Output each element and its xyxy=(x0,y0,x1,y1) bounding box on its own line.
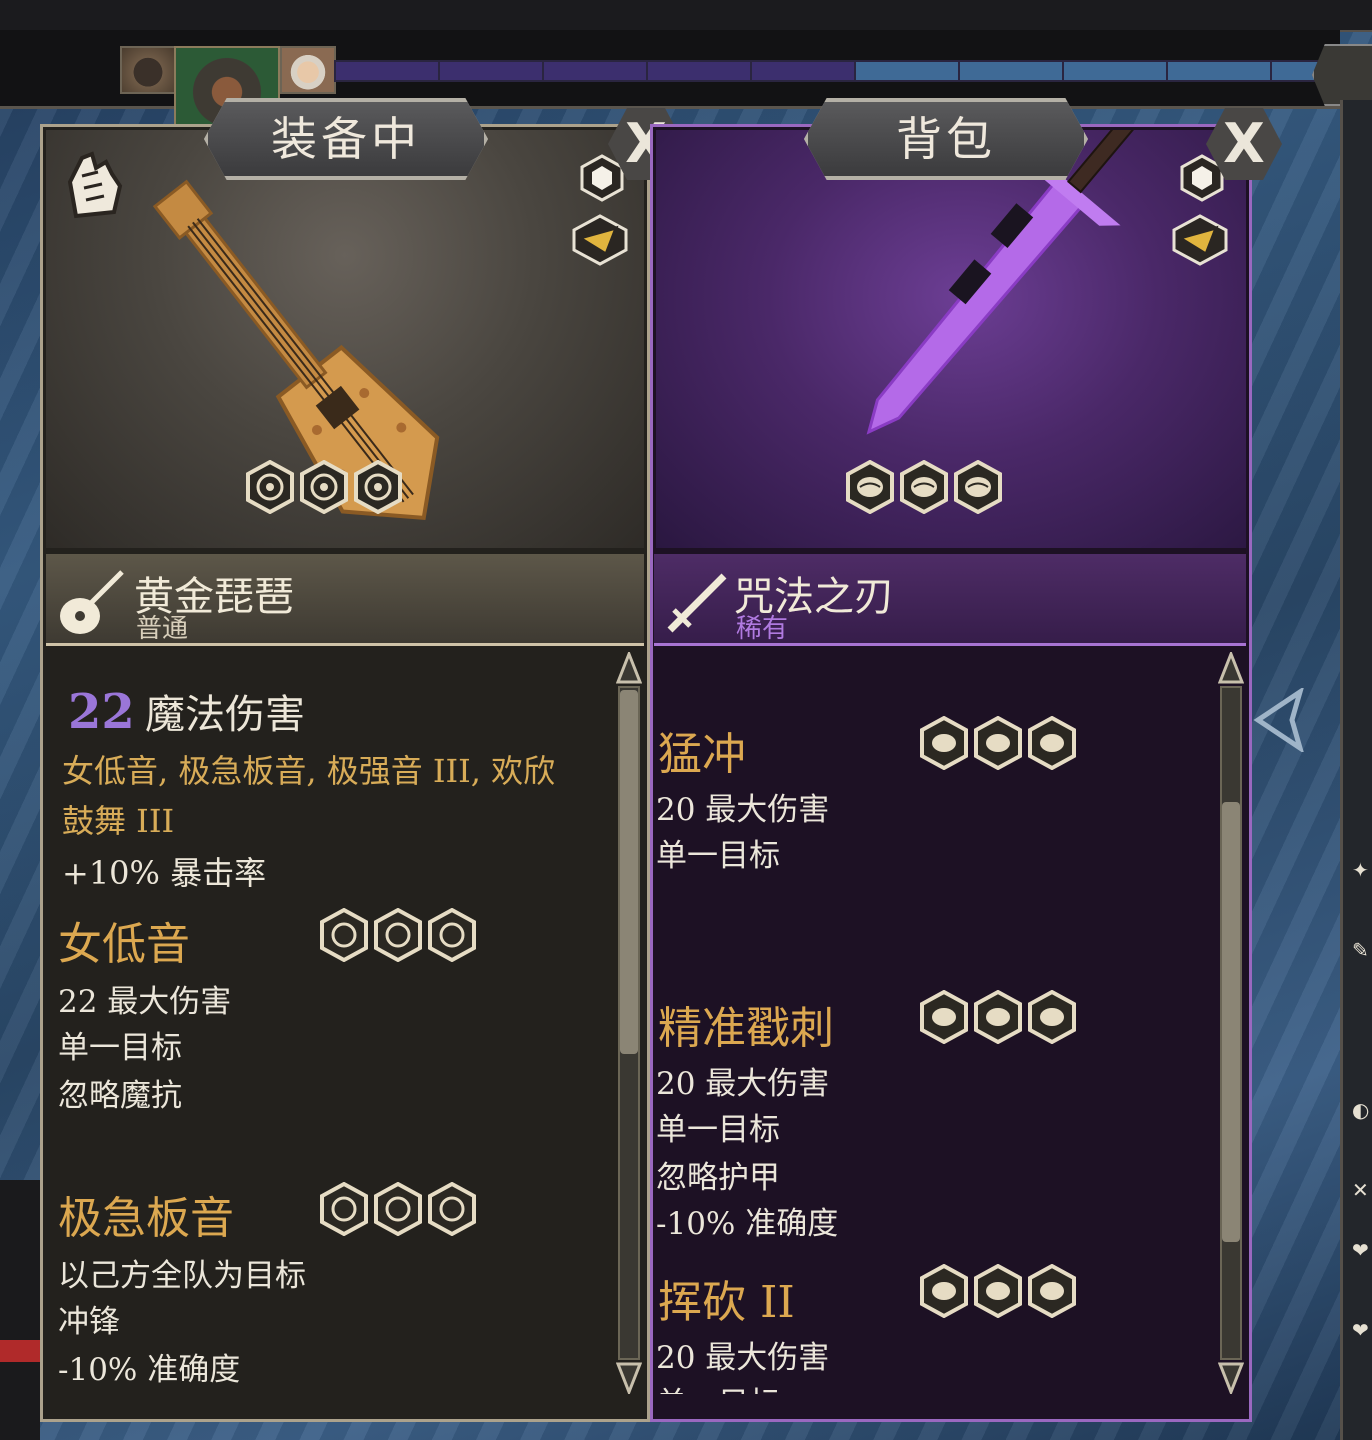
music-symbol-icon xyxy=(320,1182,368,1236)
swap-arrow-icon[interactable] xyxy=(572,214,628,266)
turn-segment xyxy=(334,60,440,82)
traits-line-2: 鼓舞 III xyxy=(62,802,175,840)
ability-line: 单一目标 xyxy=(656,1112,780,1148)
scroll-up-icon[interactable] xyxy=(616,652,642,684)
music-symbol-icon xyxy=(300,460,348,514)
brain-symbol-icon xyxy=(974,716,1022,770)
music-symbol-icon xyxy=(320,908,368,962)
scroll-down-icon[interactable] xyxy=(616,1362,642,1394)
backpack-item-header: 咒法之刃 稀有 xyxy=(654,554,1246,646)
rail-icon[interactable]: ✦ xyxy=(1352,860,1372,880)
ability-line: 忽略护甲 xyxy=(656,1160,780,1196)
swap-arrow-icon[interactable] xyxy=(1172,214,1228,266)
ability-title: 精准戳刺 xyxy=(658,1003,834,1054)
ability-line: 单一目标 xyxy=(656,838,780,874)
damage-value: 22 xyxy=(68,684,135,740)
brain-symbol-icon xyxy=(920,716,968,770)
backpack-stats-scroll[interactable]: 猛冲 20 最大伤害 单一目标 精准戳刺 20 最大伤害 单一目标 忽略护甲 -… xyxy=(654,652,1214,1394)
turn-strip-end-cap xyxy=(1312,44,1372,106)
turn-segment xyxy=(958,60,1064,82)
left-hud-strip xyxy=(0,1180,40,1440)
turn-segment xyxy=(646,60,752,82)
damage-type: 魔法伤害 xyxy=(144,692,305,738)
scroll-down-icon[interactable] xyxy=(1218,1362,1244,1394)
rail-icon[interactable]: ❤ xyxy=(1352,1320,1372,1340)
ability-symbols xyxy=(320,908,476,962)
tab-backpack[interactable]: 背包 xyxy=(804,98,1088,180)
ability-title: 挥砍 II xyxy=(658,1277,795,1328)
music-symbol-icon xyxy=(354,460,402,514)
lute-icon xyxy=(60,570,124,634)
traits-line-1: 女低音, 极急板音, 极强音 III, 欢欣 xyxy=(62,752,556,790)
ability-line: 忽略魔抗 xyxy=(58,1078,182,1114)
top-bar xyxy=(0,0,1372,32)
brain-symbol-icon xyxy=(1028,716,1076,770)
brain-symbol-icon xyxy=(954,460,1002,514)
ability-line: -10% 准确度 xyxy=(656,1206,839,1242)
ability-line: 20 最大伤害 xyxy=(656,1066,830,1102)
item-rarity: 稀有 xyxy=(736,614,789,644)
ability-line: 单一目标 xyxy=(58,1030,182,1066)
ability-line: 20 最大伤害 xyxy=(656,792,830,828)
portrait-ally[interactable] xyxy=(280,46,336,94)
turn-segment xyxy=(1166,60,1272,82)
scroll-up-icon[interactable] xyxy=(1218,652,1244,684)
turn-segment xyxy=(750,60,856,82)
crit-line: +10% 暴击率 xyxy=(62,854,267,892)
music-symbol-icon xyxy=(374,908,422,962)
brain-symbol-icon xyxy=(1028,1264,1076,1318)
brain-symbol-icon xyxy=(1028,990,1076,1044)
turn-segment xyxy=(854,60,960,82)
equipped-scrollbar[interactable] xyxy=(616,652,642,1394)
ability-title: 极急板音 xyxy=(58,1193,234,1244)
tab-equipped[interactable]: 装备中 xyxy=(204,98,488,180)
brain-symbol-icon xyxy=(920,990,968,1044)
ability-line: 冲锋 xyxy=(58,1304,120,1340)
turn-segment xyxy=(542,60,648,82)
equipped-symbol-row xyxy=(246,460,402,514)
scroll-thumb[interactable] xyxy=(1222,802,1240,1242)
ability-symbols xyxy=(320,1182,476,1236)
rail-icon[interactable]: ❤ xyxy=(1352,1240,1372,1260)
ability-line: 22 最大伤害 xyxy=(58,984,232,1020)
turn-segment xyxy=(438,60,544,82)
ability-line: 以己方全队为目标 xyxy=(58,1258,306,1294)
damage-line: 22 魔法伤害 xyxy=(68,682,305,740)
rail-icon[interactable]: ◐ xyxy=(1352,1100,1372,1120)
item-rarity: 普通 xyxy=(136,614,189,644)
scroll-thumb[interactable] xyxy=(620,690,638,1054)
sword-icon xyxy=(667,573,727,633)
equipped-item-header: 黄金琵琶 普通 xyxy=(46,554,644,646)
ability-line: 20 最大伤害 xyxy=(656,1340,830,1376)
music-symbol-icon xyxy=(428,1182,476,1236)
ability-symbols xyxy=(920,1264,1076,1318)
ability-symbols xyxy=(920,990,1076,1044)
hand-grab-icon[interactable] xyxy=(62,146,126,220)
turn-segment xyxy=(1062,60,1168,82)
brain-symbol-icon xyxy=(920,1264,968,1318)
music-symbol-icon xyxy=(374,1182,422,1236)
ability-title: 女低音 xyxy=(58,919,190,970)
portrait-enemy[interactable] xyxy=(120,46,176,94)
collapse-arrow-icon[interactable] xyxy=(1252,688,1304,752)
brain-symbol-icon xyxy=(974,1264,1022,1318)
music-symbol-icon xyxy=(428,908,476,962)
brain-symbol-icon xyxy=(846,460,894,514)
ability-line: -10% 准确度 xyxy=(58,1352,241,1388)
brain-symbol-icon xyxy=(900,460,948,514)
backpack-scrollbar[interactable] xyxy=(1218,652,1244,1394)
rail-icon[interactable]: ✕ xyxy=(1352,1180,1372,1200)
equipped-stats-scroll[interactable]: 22 魔法伤害 女低音, 极急板音, 极强音 III, 欢欣 鼓舞 III +1… xyxy=(48,652,614,1394)
ability-title: 猛冲 xyxy=(658,729,746,780)
ability-line: 单一目标 xyxy=(656,1378,780,1394)
ability-symbols xyxy=(920,716,1076,770)
backpack-symbol-row xyxy=(846,460,1002,514)
music-symbol-icon xyxy=(246,460,294,514)
brain-symbol-icon xyxy=(974,990,1022,1044)
rail-icon[interactable]: ✎ xyxy=(1352,940,1372,960)
